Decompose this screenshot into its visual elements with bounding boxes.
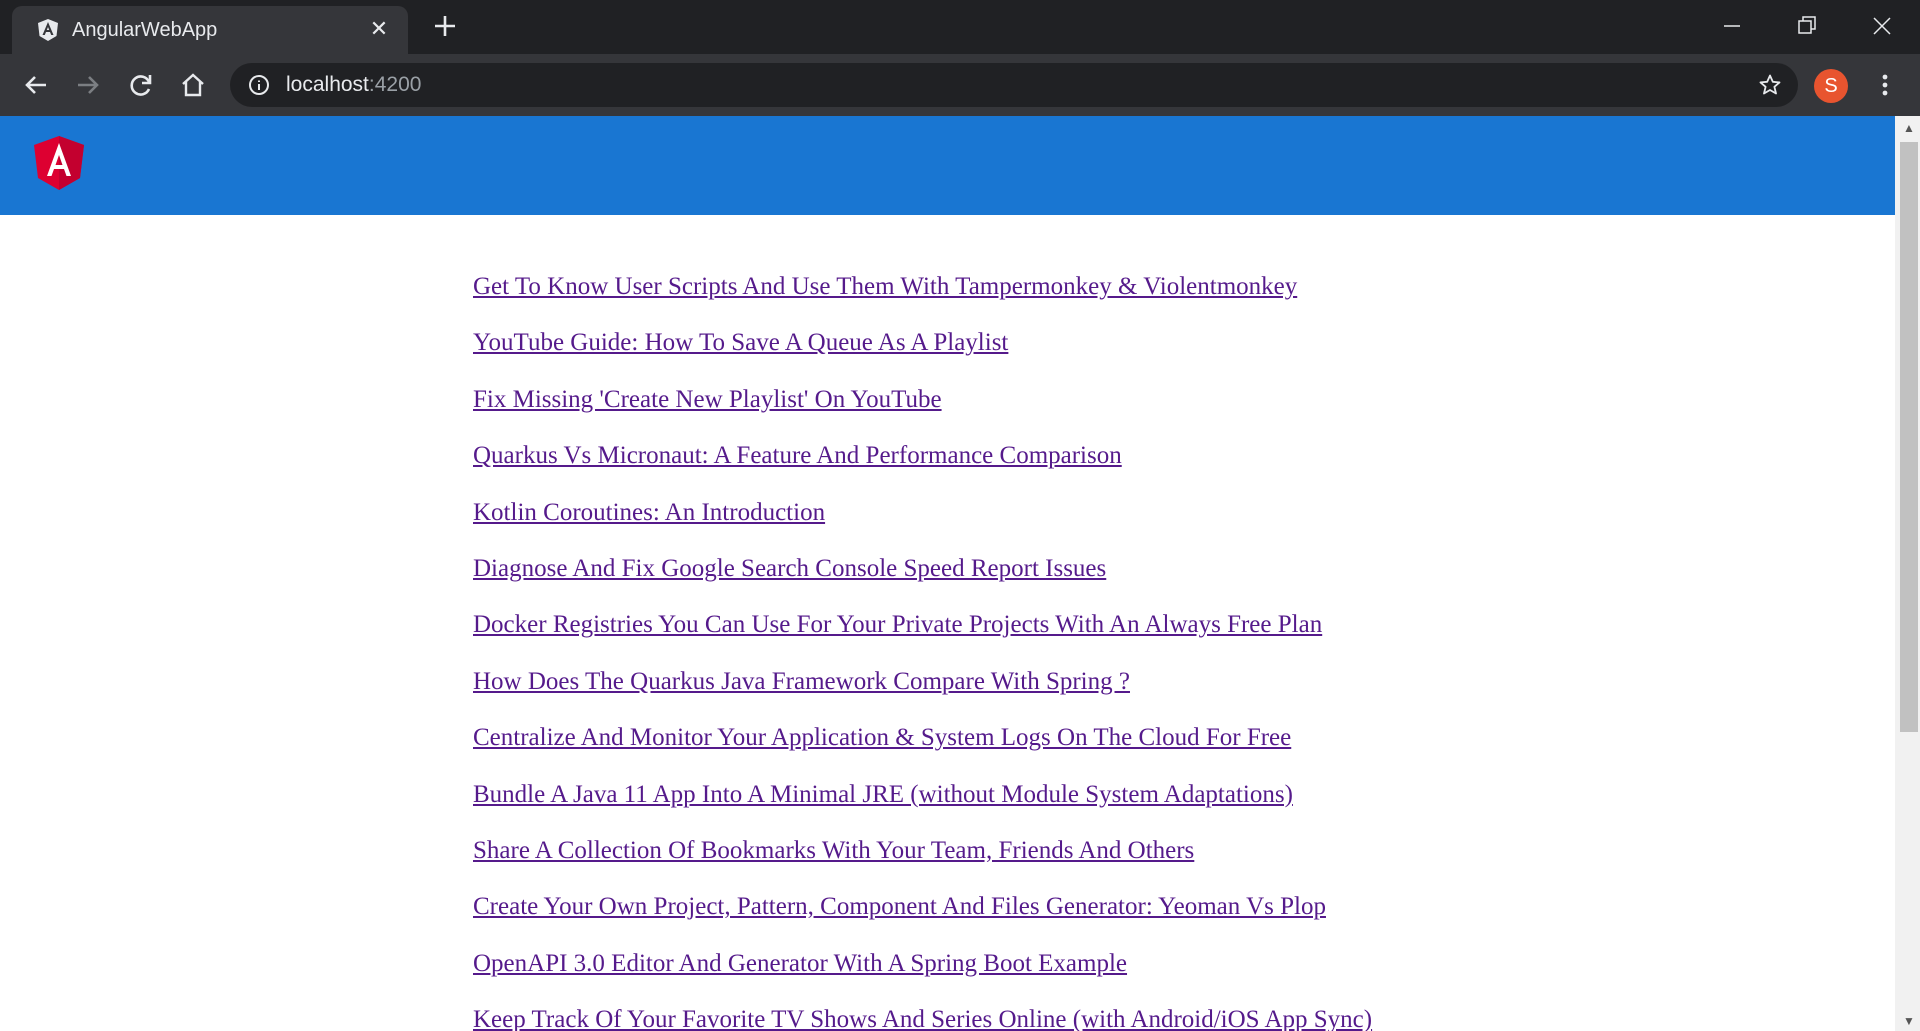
restore-icon[interactable]	[1793, 12, 1821, 40]
close-window-icon[interactable]	[1868, 12, 1896, 40]
list-item: Share A Collection Of Bookmarks With You…	[473, 837, 1895, 893]
list-item: Get To Know User Scripts And Use Them Wi…	[473, 273, 1895, 329]
angular-favicon-icon	[38, 19, 58, 41]
forward-arrow-icon[interactable]	[73, 70, 103, 100]
angular-logo-icon	[34, 136, 84, 190]
scrollbar-thumb[interactable]	[1900, 142, 1918, 732]
list-item: Bundle A Java 11 App Into A Minimal JRE …	[473, 781, 1895, 837]
list-item: OpenAPI 3.0 Editor And Generator With A …	[473, 950, 1895, 1006]
post-link[interactable]: How Does The Quarkus Java Framework Comp…	[473, 668, 1130, 695]
list-item: Kotlin Coroutines: An Introduction	[473, 499, 1895, 555]
post-link[interactable]: Docker Registries You Can Use For Your P…	[473, 611, 1322, 638]
new-tab-icon[interactable]	[432, 13, 458, 39]
close-tab-icon[interactable]: ✕	[368, 18, 390, 40]
post-link[interactable]: Quarkus Vs Micronaut: A Feature And Perf…	[473, 442, 1122, 469]
page-viewport: Get To Know User Scripts And Use Them Wi…	[0, 116, 1920, 1031]
post-link[interactable]: Keep Track Of Your Favorite TV Shows And…	[473, 1006, 1372, 1031]
post-link[interactable]: Fix Missing 'Create New Playlist' On You…	[473, 386, 942, 413]
post-link[interactable]: Get To Know User Scripts And Use Them Wi…	[473, 273, 1297, 300]
list-item: Create Your Own Project, Pattern, Compon…	[473, 893, 1895, 949]
url-host: localhost	[286, 73, 369, 96]
post-link[interactable]: YouTube Guide: How To Save A Queue As A …	[473, 329, 1008, 356]
post-link[interactable]: Centralize And Monitor Your Application …	[473, 724, 1291, 751]
list-item: How Does The Quarkus Java Framework Comp…	[473, 668, 1895, 724]
list-item: Diagnose And Fix Google Search Console S…	[473, 555, 1895, 611]
back-arrow-icon[interactable]	[21, 70, 51, 100]
post-link[interactable]: Create Your Own Project, Pattern, Compon…	[473, 893, 1326, 920]
scroll-down-arrow-icon[interactable]: ▼	[1900, 1011, 1918, 1031]
list-item: Quarkus Vs Micronaut: A Feature And Perf…	[473, 442, 1895, 498]
tab-angularwebapp[interactable]: AngularWebApp ✕	[12, 6, 408, 54]
url-port: :4200	[368, 73, 422, 96]
address-bar[interactable]: localhost:4200	[230, 63, 1798, 107]
list-item: Docker Registries You Can Use For Your P…	[473, 611, 1895, 667]
url-text: localhost:4200	[286, 73, 421, 97]
post-link[interactable]: Kotlin Coroutines: An Introduction	[473, 499, 825, 526]
list-item: Keep Track Of Your Favorite TV Shows And…	[473, 1006, 1895, 1031]
post-link[interactable]: Share A Collection Of Bookmarks With You…	[473, 837, 1194, 864]
profile-avatar[interactable]: S	[1814, 69, 1848, 103]
vertical-scrollbar[interactable]: ▲ ▼	[1895, 116, 1920, 1031]
browser-toolbar: localhost:4200 S	[0, 54, 1920, 116]
list-item: Fix Missing 'Create New Playlist' On You…	[473, 386, 1895, 442]
bookmark-star-icon[interactable]	[1758, 73, 1782, 97]
post-link[interactable]: OpenAPI 3.0 Editor And Generator With A …	[473, 950, 1127, 977]
post-link[interactable]: Bundle A Java 11 App Into A Minimal JRE …	[473, 781, 1293, 808]
tab-strip: AngularWebApp ✕	[0, 0, 1920, 54]
tab-title: AngularWebApp	[72, 19, 218, 41]
home-icon[interactable]	[178, 70, 208, 100]
scroll-up-arrow-icon[interactable]: ▲	[1900, 118, 1918, 138]
menu-dots-icon[interactable]	[1873, 70, 1897, 100]
app-header	[0, 116, 1895, 215]
reload-icon[interactable]	[126, 70, 156, 100]
list-item: YouTube Guide: How To Save A Queue As A …	[473, 329, 1895, 385]
minimize-icon[interactable]	[1718, 12, 1746, 40]
post-link[interactable]: Diagnose And Fix Google Search Console S…	[473, 555, 1106, 582]
main-content: Get To Know User Scripts And Use Them Wi…	[0, 215, 1895, 1031]
browser-chrome: AngularWebApp ✕ localhost:4200 S	[0, 0, 1920, 116]
post-list: Get To Know User Scripts And Use Them Wi…	[473, 273, 1895, 1031]
site-info-icon[interactable]	[248, 74, 270, 96]
list-item: Centralize And Monitor Your Application …	[473, 724, 1895, 780]
